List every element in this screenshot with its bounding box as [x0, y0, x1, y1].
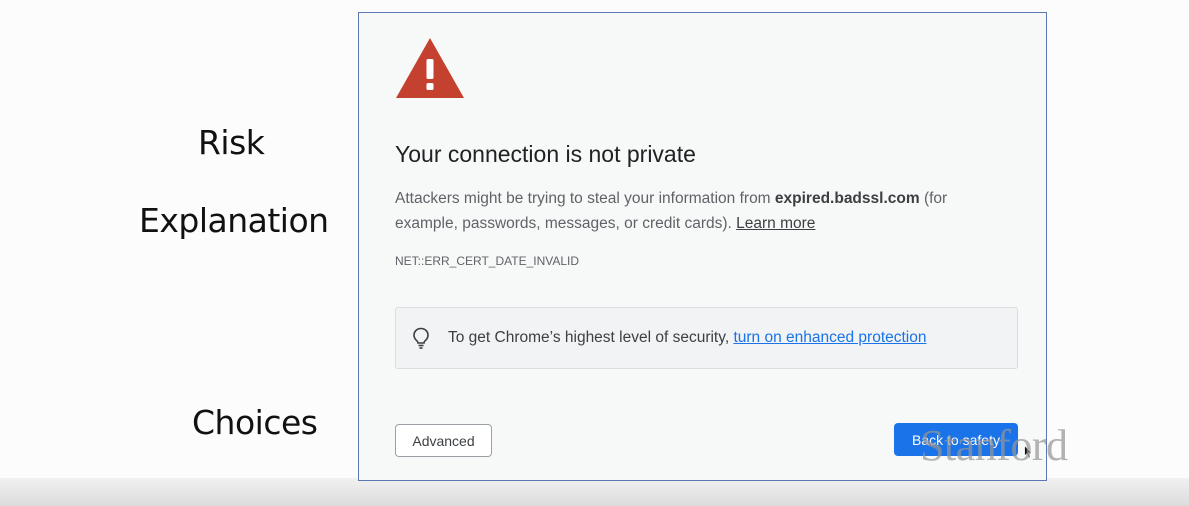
interstitial-panel: Your connection is not private Attackers…	[358, 12, 1047, 481]
choices-label: Choices	[192, 403, 318, 442]
domain-name: expired.badssl.com	[774, 190, 920, 207]
warning-triangle-icon	[396, 38, 464, 98]
tip-prefix: To get Chrome’s highest level of securit…	[448, 329, 734, 346]
risk-label: Risk	[198, 123, 265, 162]
page-title: Your connection is not private	[395, 141, 696, 167]
explanation-prefix: Attackers might be trying to steal your …	[395, 190, 775, 207]
back-to-safety-button[interactable]: Back to safety	[894, 423, 1018, 456]
explanation-label: Explanation	[139, 201, 329, 240]
tip-text: To get Chrome’s highest level of securit…	[448, 329, 926, 347]
enhanced-protection-link[interactable]: turn on enhanced protection	[733, 329, 926, 346]
learn-more-link[interactable]: Learn more	[736, 215, 815, 232]
advanced-button[interactable]: Advanced	[395, 424, 492, 457]
lightbulb-icon	[413, 327, 429, 349]
enhanced-protection-tip: To get Chrome’s highest level of securit…	[395, 307, 1018, 369]
bottom-band	[0, 478, 1189, 506]
mouse-cursor-icon	[1024, 445, 1033, 459]
explanation-text: Attackers might be trying to steal your …	[395, 186, 995, 236]
error-code: NET::ERR_CERT_DATE_INVALID	[395, 254, 580, 268]
